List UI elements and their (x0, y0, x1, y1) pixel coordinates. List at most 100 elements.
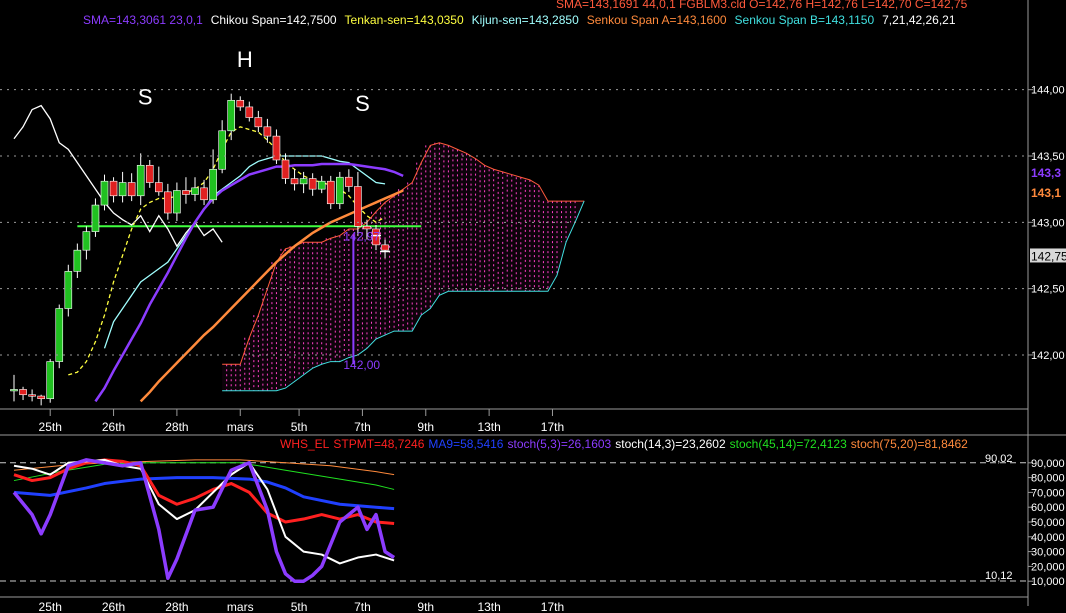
candle-body (308, 178, 317, 190)
legend-item: SMA=143,3061 23,0,1 (83, 13, 203, 27)
price-tag: 143,1 (1031, 186, 1061, 200)
x-tick-label-bottom: 26th (102, 600, 125, 613)
x-tick-label: 28th (165, 420, 188, 434)
series-line-chikou-span (13, 104, 223, 248)
oscillator-legend: WHS_EL STPMT=48,7246 MA9=58,5416 stoch(5,3)… (280, 437, 968, 451)
legend-item: Senkou Span B=143,1150 (735, 13, 875, 27)
legend-item: stoch(14,3)=23,2602 (615, 437, 726, 451)
oscillator-axis: 90,000 80,000 70,000 60,000 50,000 40,000 30,0… (1028, 458, 1065, 588)
legend-item: stoch(45,14)=72,4123 (730, 437, 847, 451)
candle-body (73, 249, 82, 272)
x-tick-label: 13th (477, 420, 500, 434)
candle-body (19, 389, 27, 396)
legend-item: stoch(75,20)=81,8462 (851, 437, 968, 451)
chart-window: 142,97 142,00 S H S 144,00 143,50 143,00 142,5… (0, 0, 1066, 613)
price-tick-label: 142,50 (1031, 284, 1065, 296)
lower-level-label: 10,12 (985, 570, 1013, 582)
price-tick-label: 143,00 (1031, 217, 1065, 229)
price-annotation: 142,00 (343, 358, 380, 372)
x-tick-label-bottom: 28th (165, 600, 188, 613)
x-tick-label: 5th (291, 420, 308, 434)
osc-tick-label: 10,000 (1031, 576, 1065, 588)
x-tick-label: 25th (39, 420, 62, 434)
candle-body (145, 164, 154, 183)
candle-body (173, 190, 181, 214)
candle-body (127, 182, 136, 197)
candle-body (109, 180, 118, 197)
oscillator-pane: 90,02 10,12 (0, 453, 1028, 583)
osc-tick-label: 90,000 (1031, 458, 1065, 470)
legend-item: MA9=58,5416 (428, 437, 503, 451)
x-tick-label: 9th (417, 420, 434, 434)
candle-body (317, 180, 326, 190)
pattern-label: H (237, 47, 253, 72)
pattern-labels: S H S (138, 47, 370, 116)
price-tick-label: 143,50 (1031, 151, 1065, 163)
pattern-label: S (138, 84, 153, 109)
candle-body (155, 182, 163, 193)
candle-body (10, 389, 18, 392)
osc-tick-label: 30,000 (1031, 547, 1065, 559)
candle-body (254, 117, 263, 128)
candle-body (227, 99, 235, 132)
candle-body (191, 187, 199, 195)
candle-body (326, 180, 335, 205)
candle-body (209, 168, 217, 201)
x-tick-label-bottom: mars (227, 600, 254, 613)
candle-body (136, 164, 145, 197)
x-tick-label-bottom: 9th (417, 600, 434, 613)
pattern-label: S (355, 91, 370, 116)
ichimoku-cloud (222, 142, 585, 392)
price-tick-label: 144,00 (1031, 85, 1065, 97)
candle-body (263, 126, 272, 137)
price-pane: 142,97 142,00 S H S (10, 47, 585, 406)
candle-body (290, 178, 299, 185)
x-tick-label-bottom: 17th (541, 600, 564, 613)
osc-tick-label: 80,000 (1031, 473, 1065, 485)
osc-tick-label: 40,000 (1031, 532, 1065, 544)
candle-body (345, 176, 353, 187)
osc-tick-label: 20,000 (1031, 561, 1065, 573)
price-tag: 143,3 (1031, 166, 1061, 180)
candle-body (82, 231, 91, 251)
candle-body (100, 180, 109, 206)
candle-body (46, 361, 55, 400)
legend-item: Tenkan-sen=143,0350 (345, 13, 464, 27)
legend-item: stoch(5,3)=26,1603 (507, 437, 611, 451)
x-tick-label-bottom: 5th (291, 600, 308, 613)
candle-body (218, 130, 226, 170)
x-tick-label: 7th (354, 420, 371, 434)
osc-tick-label: 60,000 (1031, 502, 1065, 514)
header-legend: SMA=143,3061 23,0,1 Chikou Span=142,7500 T… (83, 13, 956, 27)
x-axis-labels-bottom: 25th 26th 28th mars 5th 7th 9th 13th 17th (39, 600, 565, 613)
candle-body (245, 106, 254, 118)
candle-body (64, 271, 73, 309)
legend-item: STPMT=48,7246 (333, 437, 424, 451)
price-tag: 142,75 (1031, 249, 1066, 263)
price-annotation: 142,97 (343, 230, 380, 244)
x-tick-label: 17th (541, 420, 564, 434)
price-tick-label: 142,00 (1031, 350, 1065, 362)
x-tick-label-bottom: 13th (477, 600, 500, 613)
upper-level-label: 90,02 (985, 453, 1013, 465)
x-tick-label-bottom: 25th (39, 600, 62, 613)
osc-tick-label: 70,000 (1031, 487, 1065, 499)
x-axis-labels: 25th 26th 28th mars 5th 7th 9th 13th 17th (39, 409, 564, 434)
candle-body (118, 182, 127, 197)
candle-body (381, 244, 389, 251)
candle-body (37, 395, 45, 400)
candle-body (91, 204, 100, 232)
legend-item: WHS_EL (280, 437, 330, 451)
osc-line-stoch-14-3- (13, 458, 395, 565)
candle-body (281, 159, 290, 179)
candle-body (164, 191, 172, 214)
x-tick-label: 26th (102, 420, 125, 434)
legend-item: Kijun-sen=143,2850 (472, 13, 579, 27)
candle-body (55, 308, 64, 362)
candle-body (363, 225, 371, 230)
x-tick-label: mars (227, 420, 254, 434)
candle-body (354, 186, 362, 227)
osc-tick-label: 50,000 (1031, 517, 1065, 529)
candle-body (236, 99, 245, 108)
header-top-line: SMA=143,1691 44,0,1 FGBLM3.cld O=142,76 … (556, 0, 968, 11)
